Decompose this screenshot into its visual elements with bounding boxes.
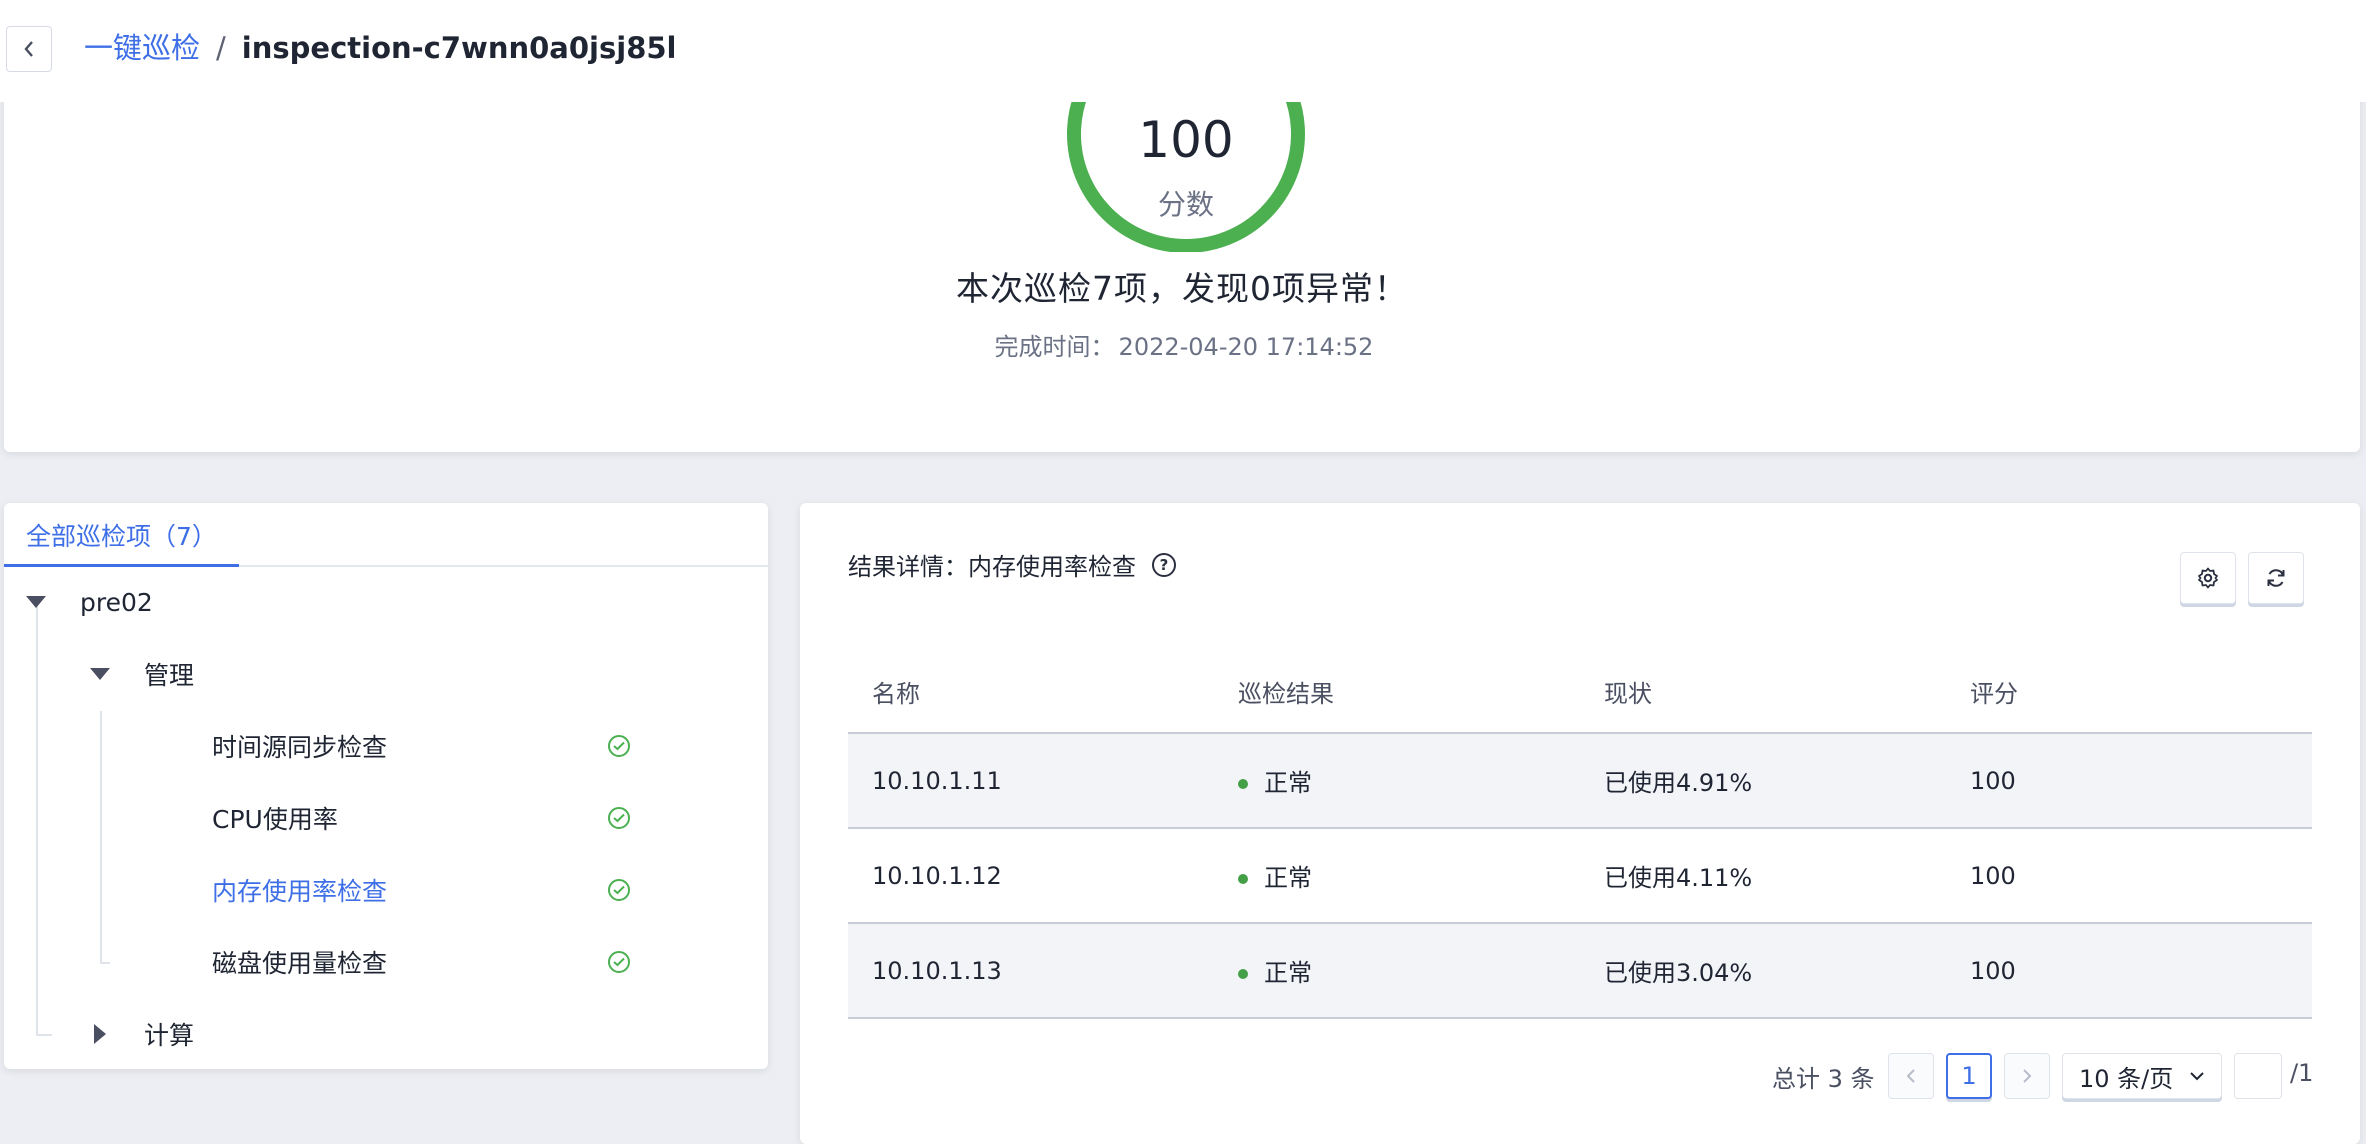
detail-title-prefix: 结果详情： [848,553,968,581]
refresh-icon [2267,569,2285,587]
chevron-down-icon [2190,1072,2204,1081]
tree-item-memory-usage[interactable]: 内存使用率检查 [212,870,387,910]
cell-name: 10.10.1.13 [848,923,1214,1019]
tree-guide-line [36,599,52,1036]
next-page-button[interactable] [2004,1053,2050,1099]
tree-item-time-sync[interactable]: 时间源同步检查 [212,726,387,766]
caret-down-icon[interactable] [90,668,110,680]
cell-name: 10.10.1.12 [848,828,1214,924]
cell-result: 正常 [1214,828,1580,924]
column-header-name[interactable]: 名称 [848,651,1214,734]
cell-result: 正常 [1214,923,1580,1019]
cell-status: 已使用4.11% [1580,828,1946,924]
inspection-tree-panel: 全部巡检项（7） pre02 管理 时间源同步检查 CPU使用率 内存使用率检查… [4,503,768,1069]
detail-title: 结果详情： 内存使用率检查 ? [848,547,1176,582]
table-header-row: 名称 巡检结果 现状 评分 [848,651,2312,734]
header-bar: 一键巡检 / inspection-c7wnn0a0jsj85l [0,0,2366,102]
check-circle-icon [608,735,630,757]
refresh-button[interactable] [2248,552,2304,604]
check-circle-icon [608,879,630,901]
column-header-score[interactable]: 评分 [1946,651,2312,734]
cell-name: 10.10.1.11 [848,733,1214,829]
prev-page-button[interactable] [1888,1053,1934,1099]
status-dot [1238,874,1248,884]
status-dot [1238,779,1248,789]
tree-item-disk-usage[interactable]: 磁盘使用量检查 [212,942,387,982]
tree-item-label: 磁盘使用量检查 [212,949,388,978]
cell-status: 已使用3.04% [1580,923,1946,1019]
cell-status: 已使用4.91% [1580,733,1946,829]
table-row[interactable]: 10.10.1.11 正常 已使用4.91% 100 [848,733,2312,829]
result-text: 正常 [1264,769,1312,797]
table-row[interactable]: 10.10.1.12 正常 已使用4.11% 100 [848,828,2312,924]
results-table: 名称 巡检结果 现状 评分 10.10.1.11 正常 已使用4.91% 100… [848,651,2312,1019]
tree-item-label: 内存使用率检查 [212,877,388,906]
inspection-result-text: 本次巡检7项，发现0项异常！ [956,269,1408,308]
check-circle-icon [608,951,630,973]
result-detail-panel: 结果详情： 内存使用率检查 ? 名称 巡检结果 现状 评分 10.10.1.11… [800,503,2360,1144]
breadcrumb: 一键巡检 / inspection-c7wnn0a0jsj85l [84,28,677,68]
chevron-right-icon [2023,1069,2032,1083]
detail-title-item: 内存使用率检查 [968,553,1136,581]
page-size-value: 10 条/页 [2079,1064,2174,1093]
column-header-status[interactable]: 现状 [1580,651,1946,734]
table-row[interactable]: 10.10.1.13 正常 已使用3.04% 100 [848,923,2312,1019]
column-header-result[interactable]: 巡检结果 [1214,651,1580,734]
tree-node-label: pre02 [80,587,153,617]
score-label: 分数 [1157,188,1214,221]
status-dot [1238,969,1248,979]
score-value: 100 [1138,111,1234,169]
finish-time-value: 2022-04-20 17:14:52 [1118,333,1374,361]
result-text: 正常 [1264,959,1312,987]
tree-node-label: 计算 [144,1021,195,1050]
page-size-select[interactable]: 10 条/页 [2062,1053,2222,1099]
chevron-left-icon [24,41,33,57]
cell-result: 正常 [1214,733,1580,829]
back-button[interactable] [6,26,52,72]
breadcrumb-separator: / [216,31,226,65]
tree-guide-line [100,711,110,964]
tree-node-root[interactable]: pre02 [26,582,153,622]
page-number-button[interactable]: 1 [1946,1053,1992,1099]
cell-score: 100 [1946,923,2312,1019]
page-jump-input[interactable] [2234,1053,2282,1099]
caret-down-icon[interactable] [26,596,46,608]
chevron-left-icon [1906,1069,1915,1083]
page-title: inspection-c7wnn0a0jsj85l [241,31,677,65]
tree-node-label: 管理 [144,661,195,690]
tab-all-items[interactable]: 全部巡检项（7） [4,503,239,567]
finish-time-label: 完成时间： [994,333,1115,361]
breadcrumb-parent-link[interactable]: 一键巡检 [84,28,200,68]
tree-node-group-manage[interactable]: 管理 [90,654,194,694]
tree-tabs: 全部巡检项（7） [4,503,768,567]
total-pages: /1 [2290,1059,2314,1087]
help-icon[interactable]: ? [1152,552,1176,577]
cell-score: 100 [1946,828,2312,924]
tree-item-label: CPU使用率 [212,805,338,834]
finish-time: 完成时间： 2022-04-20 17:14:52 [4,327,2360,362]
tree-node-group-compute[interactable]: 计算 [94,1014,194,1054]
settings-button[interactable] [2180,552,2236,604]
caret-right-icon[interactable] [94,1024,106,1044]
gear-icon [2198,567,2218,589]
pagination: 总计 3 条 1 10 条/页 /1 [800,1049,2360,1099]
tree-item-cpu-usage[interactable]: CPU使用率 [212,798,338,838]
result-text: 正常 [1264,864,1312,892]
check-circle-icon [608,807,630,829]
cell-score: 100 [1946,733,2312,829]
tree-item-label: 时间源同步检查 [212,733,388,762]
pagination-total: 总计 3 条 [1772,1065,1875,1093]
